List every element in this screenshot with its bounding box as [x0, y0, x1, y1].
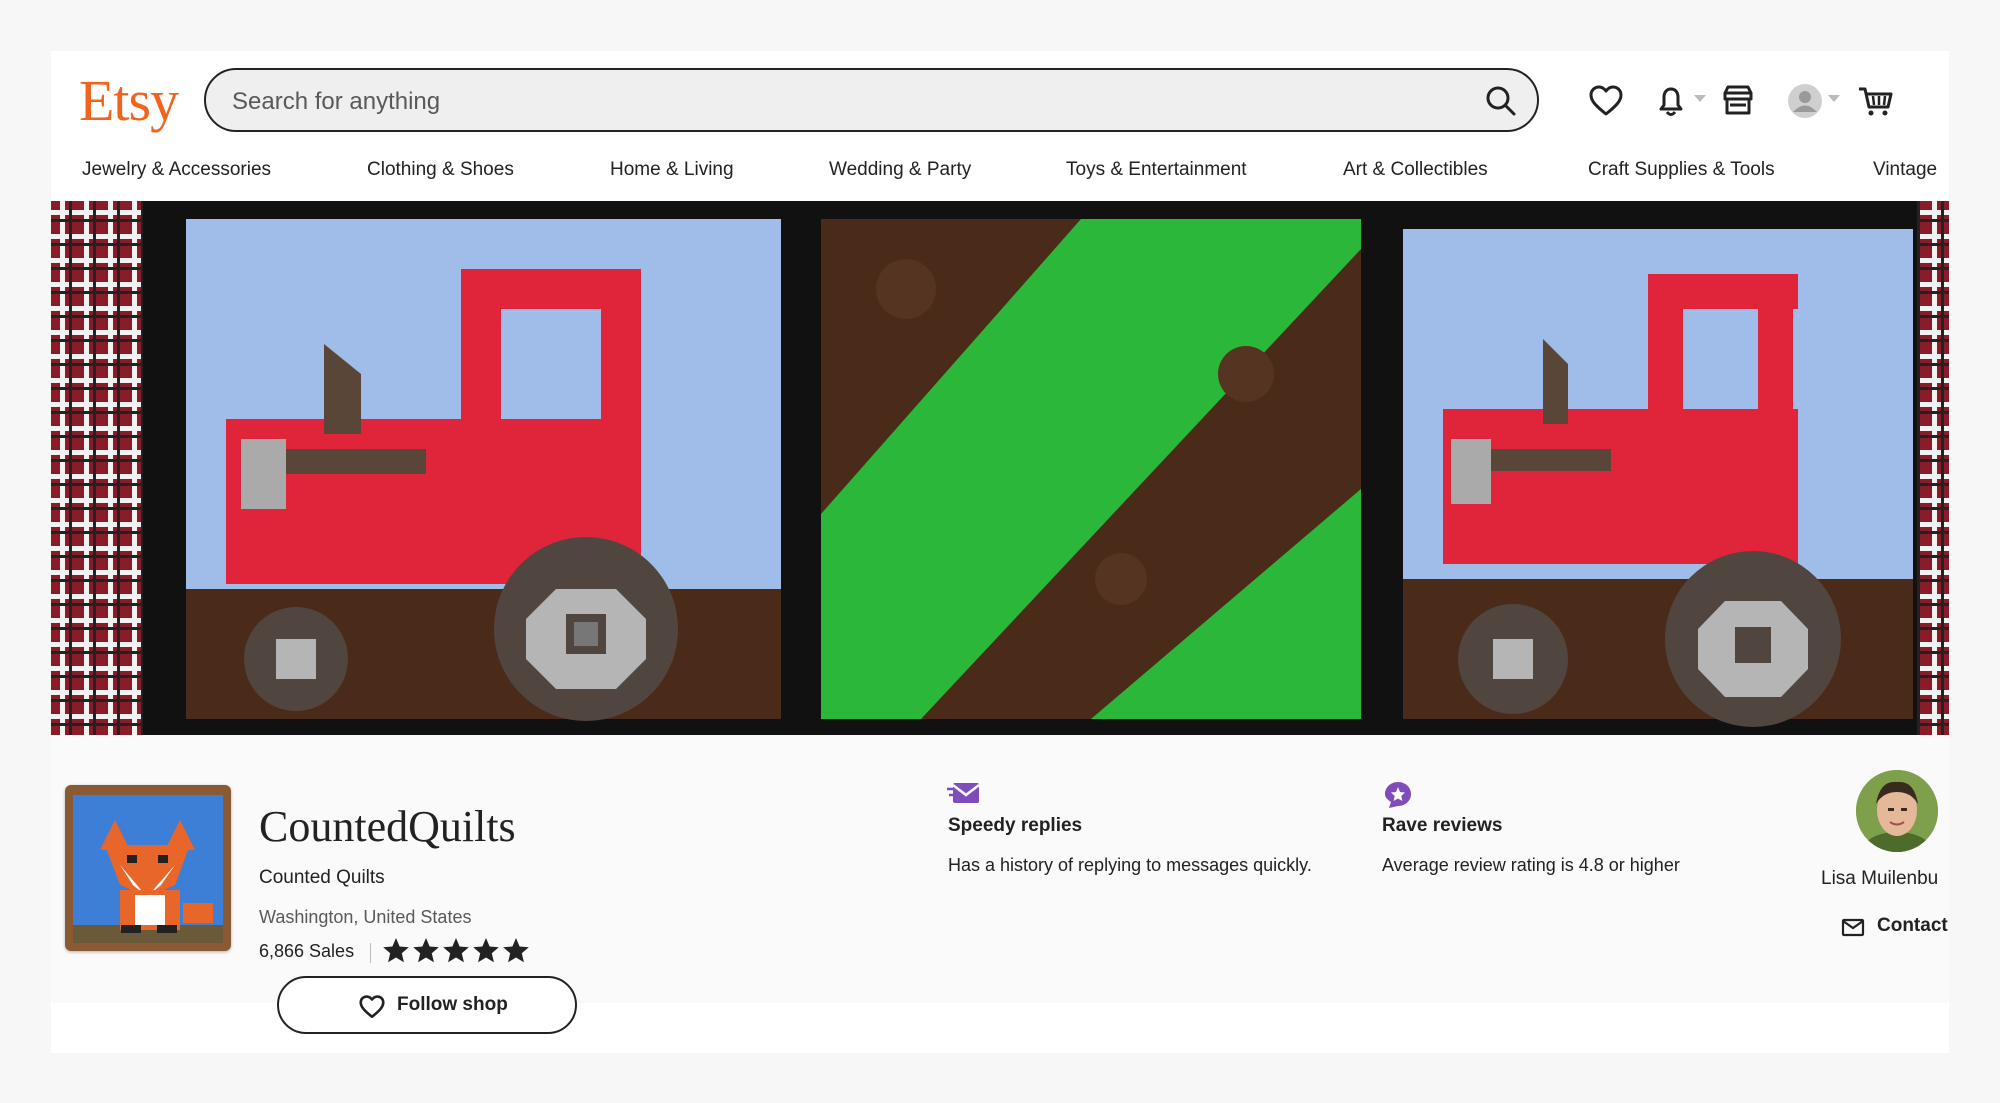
bell-icon[interactable] [1651, 81, 1691, 121]
follow-shop-label: Follow shop [397, 994, 508, 1015]
etsy-logo[interactable]: Etsy [79, 67, 179, 134]
search-input[interactable]: Search for anything [232, 88, 440, 116]
category-clothing[interactable]: Clothing & Shoes [367, 159, 514, 181]
category-art[interactable]: Art & Collectibles [1343, 159, 1488, 181]
badge-speedy-description: Has a history of replying to messages qu… [948, 855, 1312, 875]
heart-icon[interactable] [1586, 81, 1626, 121]
shop-manager-icon[interactable] [1718, 81, 1758, 121]
owner-avatar[interactable] [1856, 770, 1938, 852]
heart-icon [359, 995, 385, 1019]
mail-icon [1841, 918, 1865, 937]
shop-title: Counted Quilts [259, 867, 385, 888]
fox-quilt-thumbnail-icon [65, 785, 231, 951]
shop-banner-image [51, 201, 1949, 735]
sales-divider [370, 943, 371, 963]
contact-label: Contact [1877, 915, 1948, 936]
search-icon[interactable] [1481, 81, 1521, 121]
shop-sales-count[interactable]: 6,866 Sales [259, 941, 354, 962]
envelope-speedy-icon [947, 783, 980, 803]
account-caret-icon[interactable] [1828, 95, 1840, 102]
category-craft[interactable]: Craft Supplies & Tools [1588, 159, 1775, 181]
shop-location: Washington, United States [259, 907, 472, 927]
follow-shop-button[interactable]: Follow shop [277, 976, 577, 1034]
owner-name[interactable]: Lisa Muilenbu [1821, 868, 1938, 890]
badge-rave-title: Rave reviews [1382, 815, 1503, 836]
category-wedding[interactable]: Wedding & Party [829, 159, 971, 181]
category-home[interactable]: Home & Living [610, 159, 734, 181]
cart-icon[interactable] [1856, 81, 1896, 121]
category-nav: Jewelry & Accessories Clothing & Shoes H… [51, 159, 1949, 189]
account-icon[interactable] [1785, 81, 1825, 121]
rating-stars-icon[interactable] [381, 935, 531, 967]
page: Etsy Search for anything Jewelry & Acces… [51, 51, 1949, 1053]
search-bar[interactable]: Search for anything [204, 68, 1539, 132]
shop-avatar[interactable] [65, 785, 231, 951]
category-toys[interactable]: Toys & Entertainment [1066, 159, 1247, 181]
shop-info-section: CountedQuilts Counted Quilts Washington,… [51, 735, 1949, 1034]
quilt-banner-illustration [51, 201, 1949, 735]
badge-rave-description: Average review rating is 4.8 or higher [1382, 855, 1680, 875]
category-jewelry[interactable]: Jewelry & Accessories [82, 159, 271, 181]
notifications-caret-icon[interactable] [1694, 95, 1706, 102]
category-vintage[interactable]: Vintage [1873, 159, 1937, 181]
shop-name[interactable]: CountedQuilts [259, 801, 516, 852]
star-review-icon [1385, 782, 1411, 808]
owner-portrait-icon [1856, 770, 1938, 852]
badge-speedy-title: Speedy replies [948, 815, 1083, 836]
